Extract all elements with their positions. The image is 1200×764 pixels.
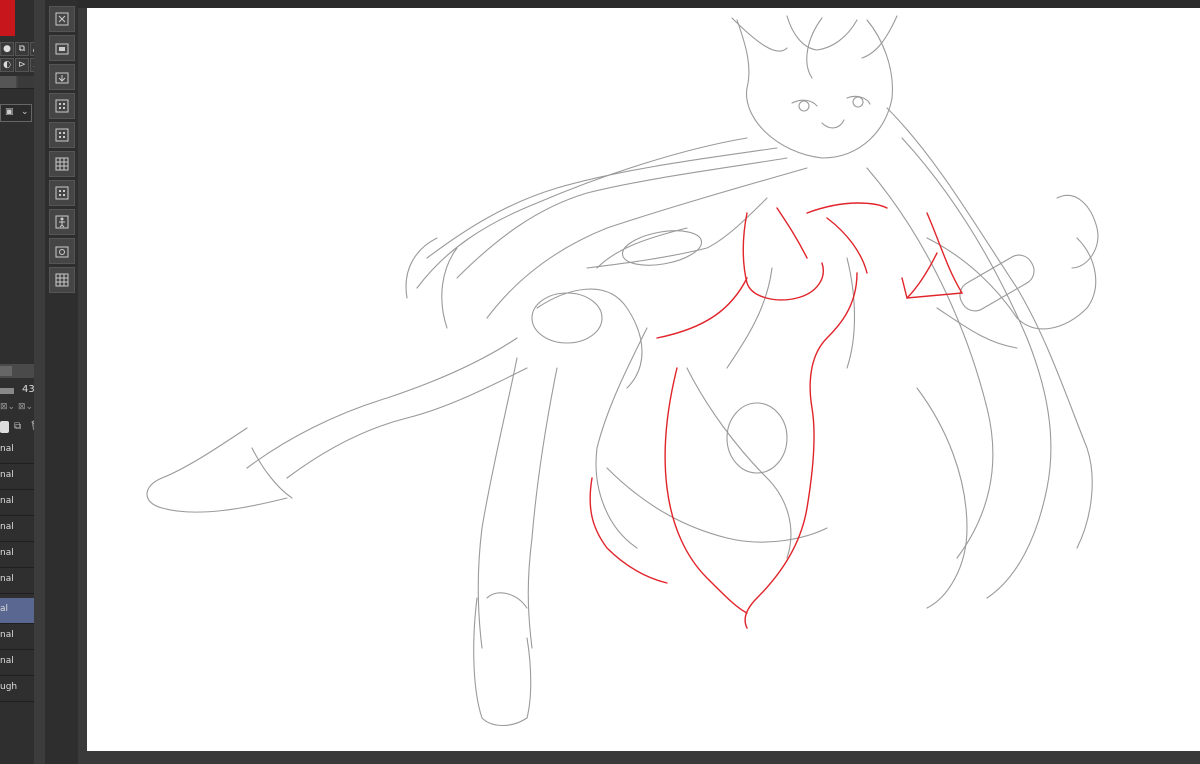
sketch-artwork <box>146 15 1099 727</box>
layer-row[interactable]: nal <box>0 490 34 516</box>
layer-blend-mode: nal <box>0 630 14 640</box>
opacity-slider[interactable] <box>0 388 14 394</box>
grid-icon <box>55 186 69 200</box>
layer-blend-mode: nal <box>0 444 14 454</box>
layer-type-select[interactable]: ▣ ⌄ <box>0 104 32 122</box>
layer-type-icon: ▣ <box>5 107 14 117</box>
layer-blend-mode: nal <box>0 496 14 506</box>
layer-blend-mode: ugh <box>0 682 18 692</box>
camera-icon <box>55 246 69 258</box>
camera-button[interactable] <box>49 238 75 264</box>
figure-button[interactable] <box>49 209 75 235</box>
tone-button[interactable] <box>49 93 75 119</box>
layer-row[interactable]: nal <box>0 516 34 542</box>
close-layer-button[interactable] <box>49 6 75 32</box>
grid-icon <box>55 157 69 171</box>
grid-icon <box>55 128 69 142</box>
layer-blend-mode: nal <box>0 548 14 558</box>
tone-button[interactable] <box>49 180 75 206</box>
layer-blend-mode: nal <box>0 470 14 480</box>
layer-blend-mode: nal <box>0 574 14 584</box>
mask-icon[interactable] <box>0 421 9 433</box>
close-layer-icon <box>55 12 69 26</box>
layer-blend-mode: nal <box>0 522 14 532</box>
layer-row-selected[interactable]: al <box>0 598 34 624</box>
layer-row[interactable]: nal <box>0 464 34 490</box>
panel-divider[interactable] <box>34 0 45 764</box>
import-icon <box>55 72 69 84</box>
rotate-icon[interactable]: ◐ <box>0 58 14 72</box>
grid-icon <box>55 99 69 113</box>
record-icon[interactable]: ● <box>0 42 14 56</box>
tone-button[interactable] <box>49 122 75 148</box>
layer-row[interactable]: nal <box>0 542 34 568</box>
tab-1[interactable] <box>0 76 16 88</box>
layer-panel-header <box>0 364 34 378</box>
lock-icons[interactable]: ⊠⌄ ⊠⌄ <box>0 402 33 412</box>
tone-button[interactable] <box>49 151 75 177</box>
drawing-canvas[interactable] <box>87 8 1200 751</box>
layer-blend-mode: nal <box>0 656 14 666</box>
color-swatch[interactable] <box>0 0 15 36</box>
layer-row[interactable]: nal <box>0 650 34 676</box>
chevron-down-icon: ⌄ <box>21 107 29 117</box>
figure-icon <box>55 215 69 229</box>
new-layer-icon[interactable]: ⧉ <box>14 421 21 432</box>
layer-row[interactable]: nal <box>0 568 34 594</box>
folder-icon <box>55 43 69 55</box>
grid-icon <box>55 273 69 287</box>
layer-blend-mode: al <box>0 604 9 614</box>
transform-icon[interactable]: ⧉ <box>15 42 29 56</box>
layer-tab[interactable] <box>0 366 12 376</box>
layer-row[interactable]: nal <box>0 438 34 464</box>
opacity-value[interactable]: 43 <box>22 384 35 395</box>
layer-command-bar <box>45 0 78 764</box>
canvas-top-bar <box>78 0 1200 8</box>
flip-horizontal-icon[interactable]: ⊳ <box>15 58 29 72</box>
folder-button[interactable] <box>49 35 75 61</box>
tone-button[interactable] <box>49 267 75 293</box>
layer-row[interactable]: ugh <box>0 676 34 702</box>
layer-row[interactable]: nal <box>0 624 34 650</box>
import-button[interactable] <box>49 64 75 90</box>
tab-2[interactable] <box>18 76 34 88</box>
navigator-tabs <box>0 76 34 89</box>
